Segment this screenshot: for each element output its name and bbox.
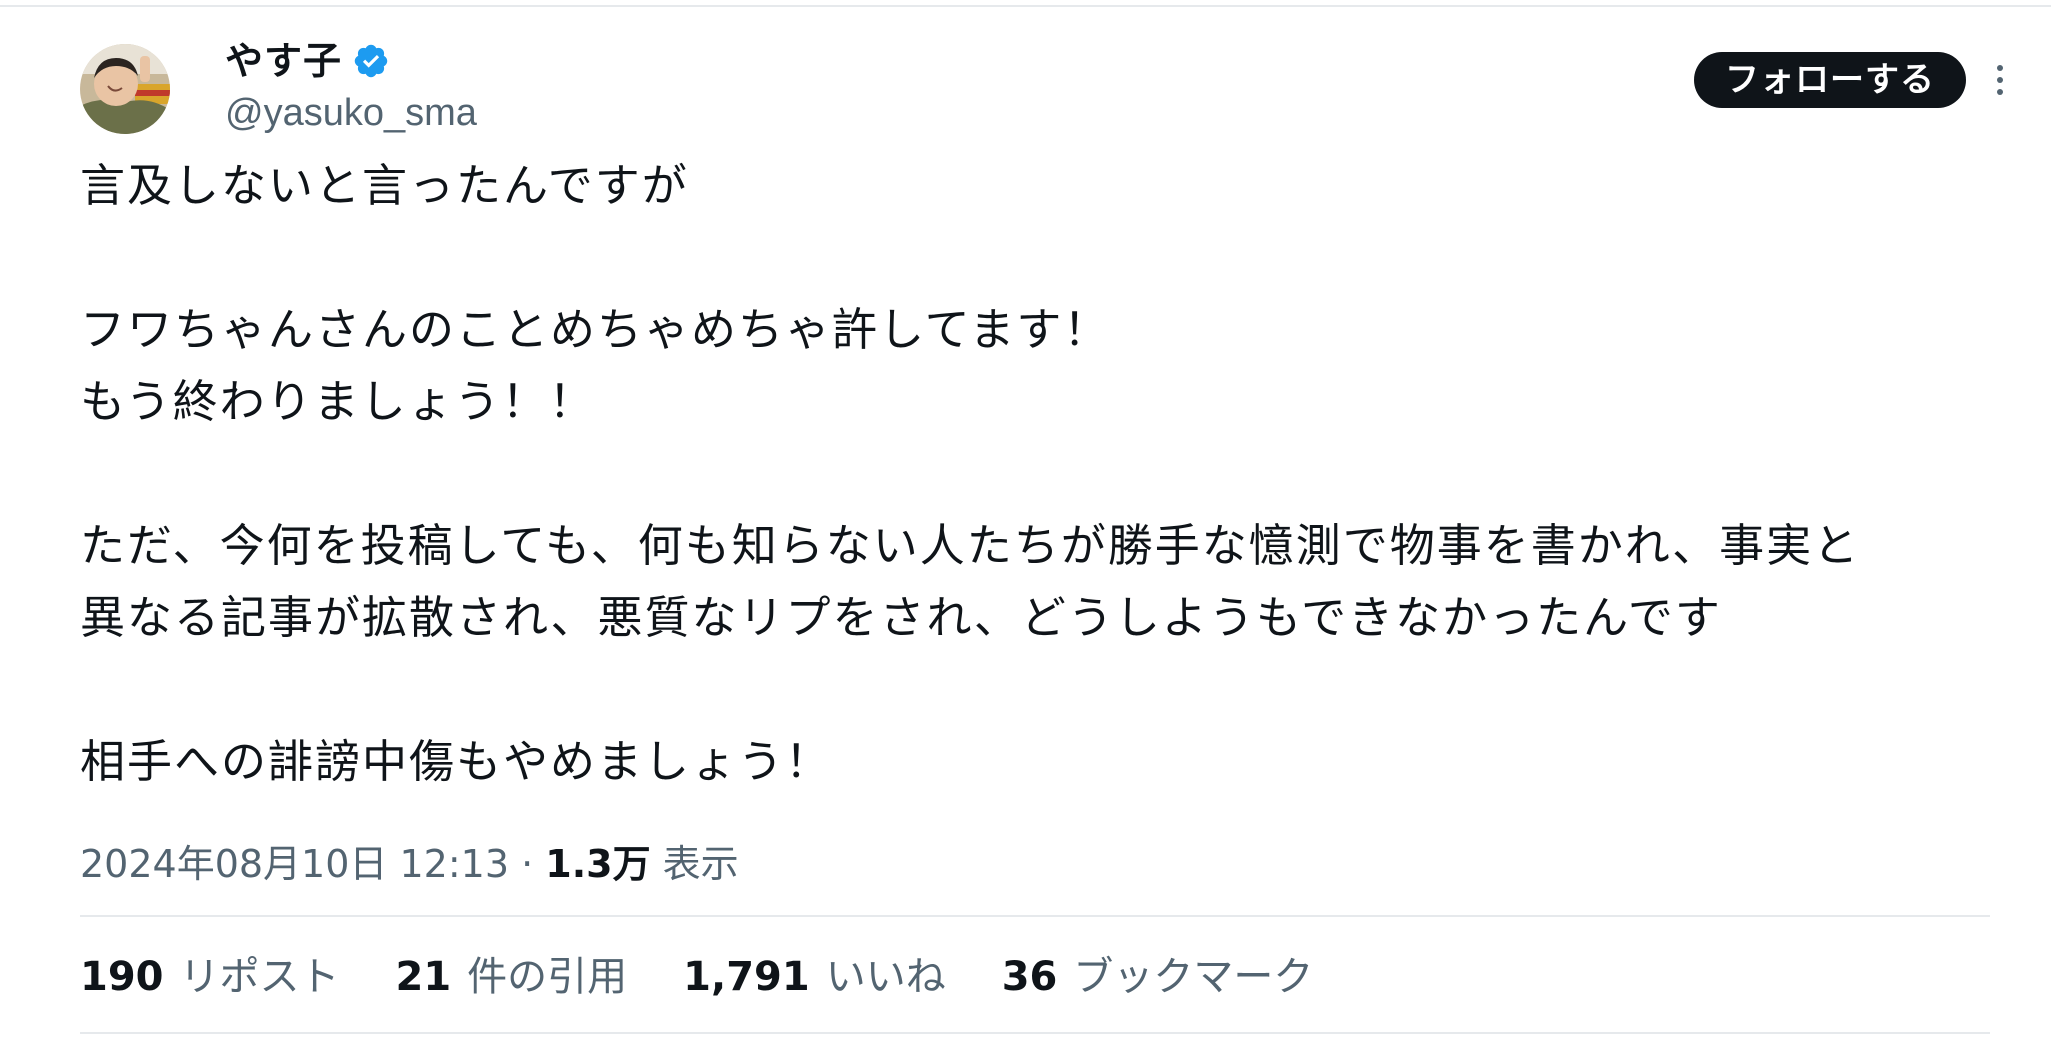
more-options-icon[interactable] <box>1990 60 2010 100</box>
avatar[interactable] <box>80 44 170 134</box>
tweet-meta: 2024年08月10日 12:13 · 1.3万 表示 <box>80 838 739 890</box>
stat-label: いいね <box>825 954 946 1000</box>
user-handle[interactable]: @yasuko_sma <box>225 90 477 136</box>
stat-count: 21 <box>395 954 452 1000</box>
bookmarks-stat[interactable]: 36 ブックマーク <box>1002 950 1314 1004</box>
views-label: 表示 <box>650 842 739 886</box>
name-row: やす子 <box>225 36 477 86</box>
tweet-line: 言及しないと言ったんですが <box>80 159 689 212</box>
tweet-line: ただ、今何を投稿しても、何も知らない人たちが勝手な憶測で物事を書かれ、事実と <box>80 519 1861 572</box>
top-divider <box>0 5 2051 7</box>
views-count: 1.3万 <box>545 842 651 886</box>
tweet-line: フワちゃんさんのことめちゃめちゃ許してます！ <box>80 303 1111 356</box>
avatar-photo <box>80 44 170 134</box>
meta-separator: · <box>509 842 546 886</box>
tweet-text: 言及しないと言ったんですが フワちゃんさんのことめちゃめちゃ許してます！ もう終… <box>80 150 2010 798</box>
tweet-line: もう終わりましょう！！ <box>80 375 596 428</box>
verified-badge-icon <box>352 42 390 80</box>
tweet-card: やす子 @yasuko_sma フォローする 言及しないと言ったんですが フワち… <box>0 0 2051 1040</box>
reposts-stat[interactable]: 190 リポスト <box>80 950 340 1004</box>
stat-count: 36 <box>1001 954 1058 1000</box>
stat-count: 190 <box>80 954 164 1000</box>
display-name[interactable]: やす子 <box>225 36 342 86</box>
likes-stat[interactable]: 1,791 いいね <box>683 950 946 1004</box>
quotes-stat[interactable]: 21 件の引用 <box>396 950 628 1004</box>
stat-count: 1,791 <box>683 954 810 1000</box>
stat-label: 件の引用 <box>467 954 628 1000</box>
timestamp-link[interactable]: 2024年08月10日 12:13 <box>80 842 509 886</box>
author-block: やす子 @yasuko_sma <box>225 36 477 136</box>
bottom-divider <box>80 1032 1990 1034</box>
stat-label: リポスト <box>179 954 340 1000</box>
tweet-line: 相手への誹謗中傷もやめましょう！ <box>80 735 833 788</box>
tweet-line: 異なる記事が拡散され、悪質なリプをされ、どうしようもできなかったんです <box>80 591 1722 644</box>
follow-button[interactable]: フォローする <box>1694 52 1966 108</box>
engagement-stats: 190 リポスト 21 件の引用 1,791 いいね 36 ブックマーク <box>80 950 1369 1004</box>
meta-divider <box>80 915 1990 917</box>
stat-label: ブックマーク <box>1073 954 1314 1000</box>
